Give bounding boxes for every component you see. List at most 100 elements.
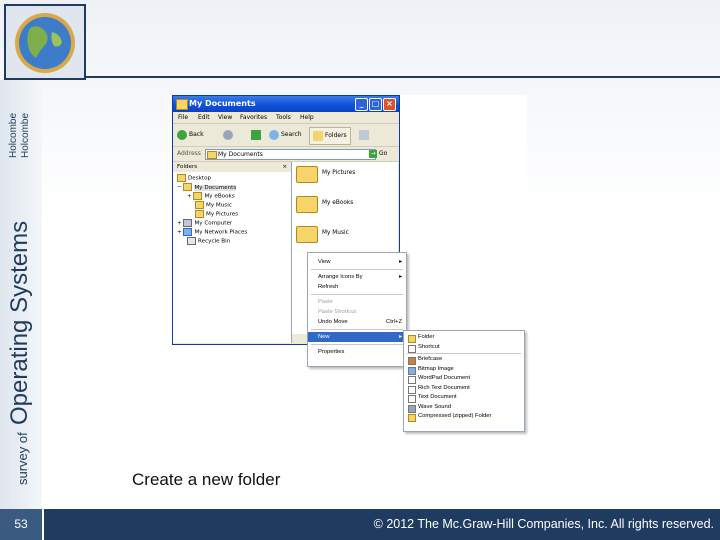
footer-divider bbox=[42, 509, 44, 540]
shortcut-icon bbox=[408, 344, 416, 353]
toolbar: Back Search Folders bbox=[173, 124, 399, 147]
menu-item-paste: Paste bbox=[318, 299, 333, 305]
folders-pane-title: Folders bbox=[177, 164, 198, 170]
search-icon bbox=[269, 129, 279, 140]
book-title-main: Operating Systems bbox=[6, 221, 33, 425]
pictures-folder-icon bbox=[195, 210, 204, 218]
folders-pane-close[interactable]: × bbox=[282, 162, 287, 172]
book-title: survey of Operating Systems Holcombe Hol… bbox=[6, 113, 33, 485]
go-arrow-icon: → bbox=[369, 150, 377, 158]
slide-caption: Create a new folder bbox=[132, 470, 281, 489]
back-arrow-icon bbox=[177, 129, 187, 140]
desktop-icon bbox=[177, 174, 186, 182]
close-button[interactable]: × bbox=[383, 98, 396, 111]
music-folder-icon bbox=[195, 201, 204, 209]
submenu-item-wordpad[interactable]: WordPad Document bbox=[404, 374, 524, 384]
menu-item-paste-shortcut: Paste Shortcut bbox=[318, 309, 357, 315]
menu-separator bbox=[311, 269, 403, 270]
back-label: Back bbox=[189, 131, 204, 138]
menu-item-refresh[interactable]: Refresh bbox=[308, 282, 406, 292]
folders-pane: Folders × Desktop − My Documents + My eB… bbox=[173, 162, 292, 343]
folder-icon bbox=[296, 196, 318, 213]
submenu-item-briefcase[interactable]: Briefcase bbox=[404, 355, 524, 365]
up-button[interactable] bbox=[251, 127, 263, 143]
page-number: 53 bbox=[0, 509, 42, 540]
go-button[interactable]: → Go bbox=[369, 149, 387, 158]
menu-separator bbox=[311, 294, 403, 295]
submenu-item-folder[interactable]: Folder bbox=[404, 333, 524, 343]
folders-pane-header: Folders × bbox=[173, 162, 291, 172]
title-bar[interactable]: My Documents _ □ × bbox=[173, 96, 399, 112]
collapse-toggle[interactable]: − bbox=[177, 185, 182, 191]
zip-folder-icon bbox=[408, 414, 416, 422]
folder-icon bbox=[193, 192, 203, 200]
address-folder-icon bbox=[207, 151, 217, 159]
tree-item-my-computer[interactable]: + My Computer bbox=[177, 219, 232, 228]
computer-icon bbox=[183, 219, 193, 227]
menu-item-undo-move[interactable]: Undo Move Ctrl+Z bbox=[308, 317, 406, 327]
minimize-button[interactable]: _ bbox=[355, 98, 368, 111]
up-folder-icon bbox=[251, 129, 261, 140]
folder-my-pictures[interactable]: My Pictures bbox=[296, 164, 396, 188]
menu-item-new[interactable]: New ▸ bbox=[308, 332, 406, 342]
menu-item-view[interactable]: View ▸ bbox=[308, 257, 406, 267]
author-2: Holcombe bbox=[20, 113, 31, 158]
expand-toggle[interactable]: + bbox=[177, 221, 182, 227]
menu-bar: File Edit View Favorites Tools Help bbox=[173, 112, 399, 124]
tree-item-my-network-places[interactable]: + My Network Places bbox=[177, 228, 247, 237]
forward-arrow-icon bbox=[223, 129, 233, 140]
menu-file[interactable]: File bbox=[178, 112, 188, 123]
search-label: Search bbox=[281, 131, 302, 138]
views-icon bbox=[359, 129, 369, 140]
menu-separator bbox=[407, 353, 521, 354]
explorer-screenshot: My Documents _ □ × File Edit View Favori… bbox=[172, 95, 527, 432]
submenu-item-rich-text[interactable]: Rich Text Document bbox=[404, 384, 524, 394]
recycle-bin-icon bbox=[187, 237, 196, 245]
pictures-folder-icon bbox=[296, 166, 318, 183]
expand-toggle[interactable]: + bbox=[187, 194, 192, 200]
menu-help[interactable]: Help bbox=[300, 112, 314, 123]
folder-icon bbox=[176, 99, 188, 110]
submenu-item-text-document[interactable]: Text Document bbox=[404, 393, 524, 403]
tree-item-my-music[interactable]: My Music bbox=[195, 201, 232, 210]
address-field[interactable]: My Documents bbox=[205, 149, 376, 160]
copyright-notice: © 2012 The Mc.Graw-Hill Companies, Inc. … bbox=[373, 517, 714, 531]
address-bar: Address My Documents → Go bbox=[173, 147, 399, 162]
tree-item-desktop[interactable]: Desktop bbox=[177, 174, 211, 183]
folders-button[interactable]: Folders bbox=[309, 127, 351, 145]
book-title-survey: survey of bbox=[15, 432, 30, 485]
menu-edit[interactable]: Edit bbox=[198, 112, 210, 123]
menu-tools[interactable]: Tools bbox=[276, 112, 291, 123]
submenu-item-wave-sound[interactable]: Wave Sound bbox=[404, 403, 524, 413]
submenu-item-zip-folder[interactable]: Compressed (zipped) Folder bbox=[404, 412, 524, 422]
forward-button[interactable] bbox=[223, 127, 235, 143]
expand-toggle[interactable]: + bbox=[177, 230, 182, 236]
tree-item-recycle-bin[interactable]: Recycle Bin bbox=[187, 237, 230, 246]
menu-view[interactable]: View bbox=[218, 112, 232, 123]
views-button[interactable] bbox=[359, 127, 371, 143]
back-button[interactable]: Back bbox=[177, 127, 204, 143]
submenu-item-bitmap[interactable]: Bitmap Image bbox=[404, 365, 524, 375]
search-button[interactable]: Search bbox=[269, 127, 302, 143]
folder-my-music[interactable]: My Music bbox=[296, 224, 396, 248]
folders-icon bbox=[313, 130, 323, 141]
tree-item-my-ebooks[interactable]: + My eBooks bbox=[187, 192, 235, 201]
folder-icon bbox=[183, 183, 193, 191]
context-menu: View ▸ Arrange Icons By ▸ Refresh Paste Pa… bbox=[307, 252, 407, 367]
menu-item-properties[interactable]: Properties bbox=[308, 347, 406, 357]
tree-item-my-pictures[interactable]: My Pictures bbox=[195, 210, 238, 219]
go-label: Go bbox=[379, 150, 388, 157]
menu-favorites[interactable]: Favorites bbox=[240, 112, 267, 123]
window-title: My Documents bbox=[189, 99, 256, 108]
author-1: Holcombe bbox=[8, 113, 19, 158]
folder-my-ebooks[interactable]: My eBooks bbox=[296, 194, 396, 218]
maximize-button[interactable]: □ bbox=[369, 98, 382, 111]
tree-item-my-documents[interactable]: − My Documents bbox=[177, 183, 237, 192]
submenu-item-shortcut[interactable]: Shortcut bbox=[404, 343, 524, 353]
menu-separator bbox=[311, 329, 403, 330]
music-folder-icon bbox=[296, 226, 318, 243]
title-rule bbox=[84, 76, 720, 78]
folders-label: Folders bbox=[325, 132, 347, 139]
network-icon bbox=[183, 228, 193, 236]
menu-item-arrange-icons[interactable]: Arrange Icons By ▸ bbox=[308, 272, 406, 282]
